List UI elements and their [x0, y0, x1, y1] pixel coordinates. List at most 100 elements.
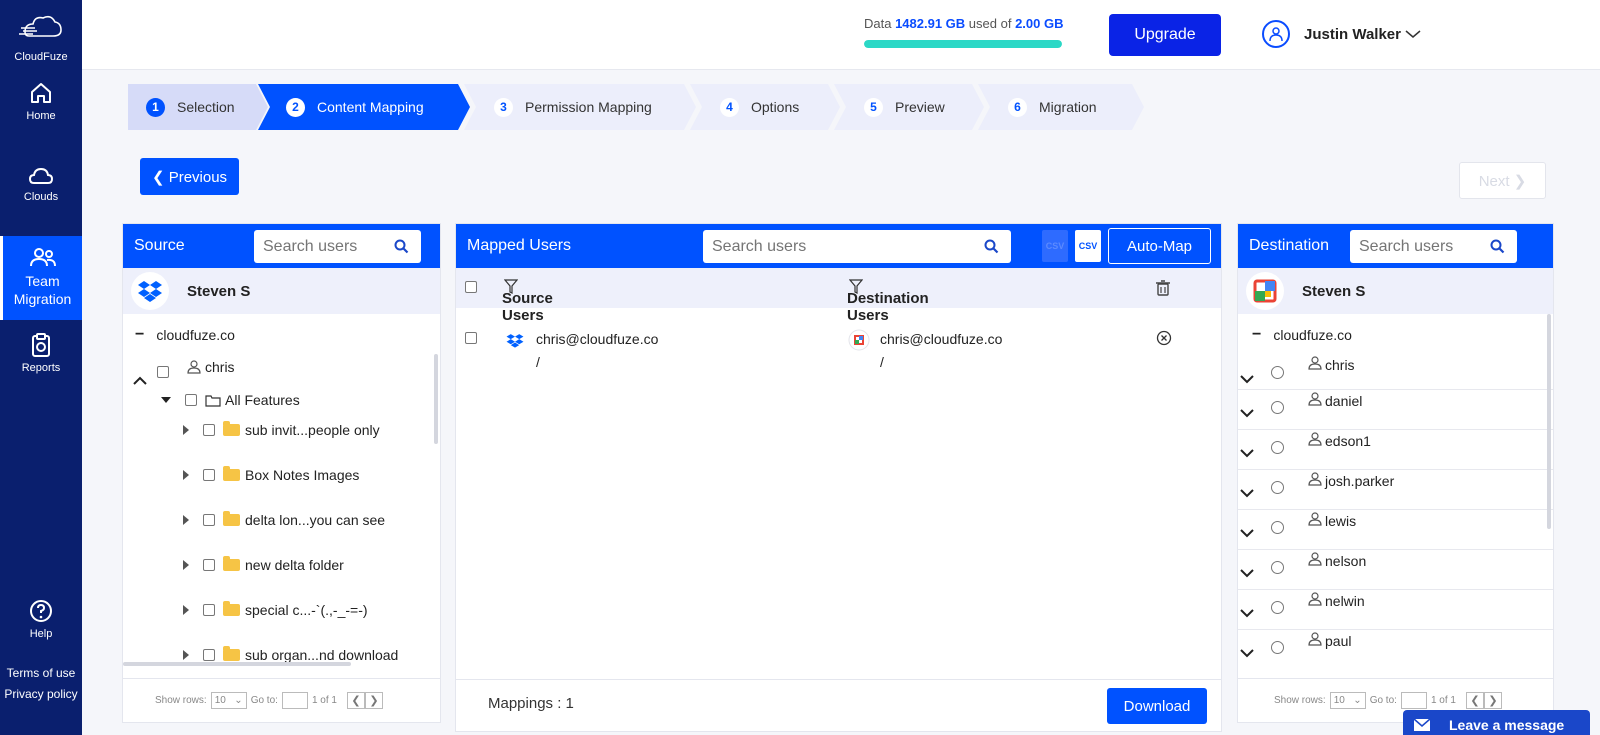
source-domain-row[interactable]: − cloudfuze.co	[135, 326, 235, 344]
chevron-down-icon[interactable]	[1240, 374, 1254, 384]
caret-right-icon[interactable]	[183, 470, 189, 480]
step-options[interactable]: 4 Options	[690, 84, 840, 130]
sidebar-item-home[interactable]: Home	[0, 80, 82, 122]
step-number: 3	[494, 97, 513, 117]
trash-icon[interactable]	[1156, 280, 1170, 296]
caret-right-icon[interactable]	[183, 650, 189, 660]
step-migration[interactable]: 6 Migration	[978, 84, 1144, 130]
sidebar-item-help[interactable]: Help	[0, 598, 82, 640]
chevron-up-icon[interactable]	[133, 376, 147, 386]
mapped-row[interactable]: chris@cloudfuze.co / chris@cloudfuze.co …	[456, 320, 1221, 376]
next-button[interactable]: Next ❯	[1459, 162, 1546, 199]
user-radio[interactable]	[1271, 401, 1284, 414]
caret-down-icon[interactable]	[161, 397, 171, 403]
destination-user-row[interactable]: daniel	[1238, 390, 1553, 430]
goto-input[interactable]	[1400, 692, 1427, 709]
vertical-scrollbar[interactable]	[434, 354, 438, 444]
user-radio[interactable]	[1271, 641, 1284, 654]
search-icon[interactable]	[389, 239, 413, 254]
destination-user-row[interactable]: paul	[1238, 630, 1553, 668]
upgrade-button[interactable]: Upgrade	[1109, 14, 1221, 56]
destination-user-row[interactable]: chris	[1238, 350, 1553, 390]
destination-user-row[interactable]: nelson	[1238, 550, 1553, 590]
rows-select[interactable]: 10 ⌄	[1329, 692, 1366, 709]
next-page-icon[interactable]: ❯	[1483, 692, 1502, 709]
row-checkbox[interactable]	[465, 332, 477, 344]
search-icon[interactable]	[1485, 239, 1509, 254]
folder-checkbox[interactable]	[203, 604, 215, 616]
folder-checkbox[interactable]	[203, 424, 215, 436]
horizontal-scrollbar[interactable]	[123, 662, 351, 666]
root-folder-row[interactable]: All Features	[161, 392, 300, 408]
prev-page-icon[interactable]: ❮	[346, 692, 365, 709]
user-radio[interactable]	[1271, 521, 1284, 534]
caret-right-icon[interactable]	[183, 425, 189, 435]
leave-message-widget[interactable]: Leave a message	[1403, 710, 1590, 735]
collapse-icon[interactable]: −	[135, 326, 144, 344]
folder-row[interactable]: sub organ...nd download	[183, 646, 398, 663]
col-source-users[interactable]: Source Users	[502, 279, 553, 324]
csv-upload-icon[interactable]: CSV	[1075, 230, 1101, 262]
chevron-down-icon[interactable]	[1240, 608, 1254, 618]
brand[interactable]: CloudFuze	[0, 12, 82, 63]
folder-checkbox[interactable]	[203, 559, 215, 571]
step-selection[interactable]: 1 Selection	[128, 84, 268, 130]
rows-select[interactable]: 10 ⌄	[210, 692, 247, 709]
user-radio[interactable]	[1271, 481, 1284, 494]
user-radio[interactable]	[1271, 561, 1284, 574]
folder-row[interactable]: special c...-`(.,-_-=-)	[183, 601, 368, 618]
chevron-down-icon[interactable]	[1240, 408, 1254, 418]
folder-row[interactable]: Box Notes Images	[183, 466, 359, 483]
collapse-icon[interactable]: −	[1252, 326, 1261, 344]
vertical-scrollbar[interactable]	[1547, 314, 1551, 529]
step-content-mapping[interactable]: 2 Content Mapping	[258, 84, 470, 130]
chevron-down-icon[interactable]	[1240, 528, 1254, 538]
remove-mapping-icon[interactable]	[1156, 330, 1172, 346]
destination-user-row[interactable]: nelwin	[1238, 590, 1553, 630]
chevron-down-icon[interactable]	[1240, 568, 1254, 578]
sidebar-item-clouds[interactable]: Clouds	[0, 165, 82, 203]
caret-right-icon[interactable]	[183, 605, 189, 615]
folder-checkbox[interactable]	[203, 469, 215, 481]
download-button[interactable]: Download	[1107, 688, 1207, 724]
destination-user-row[interactable]: josh.parker	[1238, 470, 1553, 510]
user-radio[interactable]	[1271, 601, 1284, 614]
destination-user-row[interactable]: edson1	[1238, 430, 1553, 470]
folder-checkbox[interactable]	[203, 649, 215, 661]
privacy-link[interactable]: Privacy policy	[0, 684, 82, 705]
user-checkbox[interactable]	[157, 366, 169, 378]
terms-link[interactable]: Terms of use	[0, 663, 82, 684]
destination-user-row[interactable]: lewis	[1238, 510, 1553, 550]
folder-row[interactable]: delta lon...you can see	[183, 511, 385, 528]
user-menu[interactable]: Justin Walker	[1262, 20, 1421, 48]
destination-search-input[interactable]	[1350, 237, 1485, 256]
select-all-checkbox[interactable]	[465, 281, 477, 293]
mapped-search-input[interactable]	[703, 237, 979, 256]
step-permission-mapping[interactable]: 3 Permission Mapping	[464, 84, 696, 130]
auto-map-button[interactable]: Auto-Map	[1108, 228, 1211, 264]
goto-input[interactable]	[281, 692, 308, 709]
source-user-row[interactable]: chris	[133, 357, 235, 387]
search-icon[interactable]	[979, 239, 1003, 254]
col-destination-users[interactable]: Destination Users	[847, 279, 929, 324]
prev-page-icon[interactable]: ❮	[1465, 692, 1484, 709]
caret-right-icon[interactable]	[183, 560, 189, 570]
folder-row[interactable]: new delta folder	[183, 556, 344, 573]
caret-right-icon[interactable]	[183, 515, 189, 525]
previous-button[interactable]: ❮ Previous	[140, 158, 239, 195]
user-radio[interactable]	[1271, 366, 1284, 379]
folder-checkbox[interactable]	[185, 394, 197, 406]
destination-domain-row[interactable]: − cloudfuze.co	[1252, 326, 1352, 344]
sidebar-item-reports[interactable]: Reports	[0, 332, 82, 374]
chevron-down-icon[interactable]	[1240, 448, 1254, 458]
chevron-down-icon[interactable]	[1240, 648, 1254, 658]
chevron-down-icon[interactable]	[1240, 488, 1254, 498]
source-search-input[interactable]	[254, 237, 389, 256]
next-page-icon[interactable]: ❯	[364, 692, 383, 709]
sidebar-item-team-migration[interactable]: Team Migration	[0, 236, 82, 320]
folder-row[interactable]: sub invit...people only	[183, 421, 380, 438]
step-preview[interactable]: 5 Preview	[834, 84, 984, 130]
user-radio[interactable]	[1271, 441, 1284, 454]
folder-checkbox[interactable]	[203, 514, 215, 526]
csv-download-icon[interactable]: CSV	[1042, 230, 1068, 262]
